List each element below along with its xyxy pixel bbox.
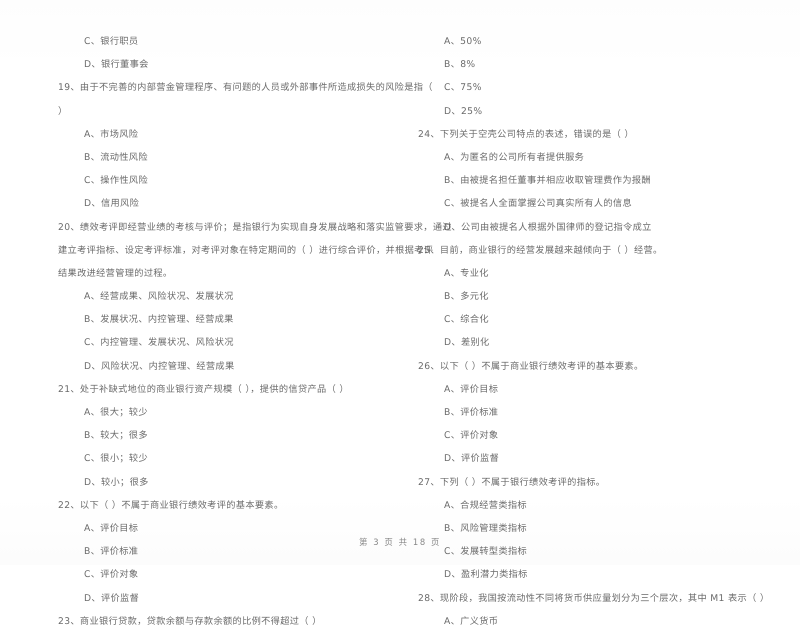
answer-option-line: D、差别化 bbox=[444, 337, 490, 349]
answer-option-line: A、专业化 bbox=[444, 267, 489, 279]
answer-option-line: A、50% bbox=[444, 36, 482, 47]
question-stem-line: ） bbox=[58, 105, 68, 117]
answer-option-line: D、公司由被提名人根据外国律师的登记指令成立 bbox=[444, 221, 652, 233]
answer-option-line: D、风险状况、内控管理、经营成果 bbox=[84, 360, 235, 372]
two-column-body: C、银行职员 D、银行董事会 19、由于不完善的内部营金管理程序、有问题的人员或外部… bbox=[58, 30, 769, 627]
right-column: A、50% B、8% C、75% D、25% 24、下列关于空壳公司特点的表述，错误的是… bbox=[410, 30, 769, 627]
question-stem-line: 19、由于不完善的内部营金管理程序、有问题的人员或外部事件所造成损失的风险是指（ bbox=[58, 82, 433, 94]
answer-option-line: C、评价对象 bbox=[444, 430, 499, 442]
answer-option-line: A、经营成果、风险状况、发展状况 bbox=[84, 291, 234, 303]
answer-option-line: C、综合化 bbox=[444, 314, 489, 326]
question-stem-line: 24、下列关于空壳公司特点的表述，错误的是（ ） bbox=[418, 128, 634, 140]
answer-option-line: C、被提名人全面掌握公司真实所有人的信息 bbox=[444, 198, 632, 210]
question-stem-line: 27、下列（ ）不属于银行绩效考评的指标。 bbox=[418, 476, 606, 488]
answer-option-line: A、市场风险 bbox=[84, 128, 139, 140]
question-stem-line: 25、目前，商业银行的经营发展越来越倾向于（ ）经营。 bbox=[418, 244, 663, 256]
answer-option-line: C、银行职员 bbox=[84, 36, 139, 47]
answer-option-line: D、信用风险 bbox=[84, 198, 140, 210]
question-stem-line: 20、绩效考评即经营业绩的考核与评价；是指银行为实现自身发展战略和落实监管要求，… bbox=[58, 221, 452, 233]
question-stem-line: 26、以下（ ）不属于商业银行绩效考评的基本要素。 bbox=[418, 360, 644, 372]
answer-option-line: D、25% bbox=[444, 105, 483, 117]
question-stem-line: 23、商业银行贷款，贷款余额与存款余额的比例不得超过（ ） bbox=[58, 615, 322, 627]
answer-option-line: A、合规经营类指标 bbox=[444, 499, 527, 511]
question-stem-line: 21、处于补缺式地位的商业银行资产规模（ ），提供的信贷产品（ ） bbox=[58, 383, 349, 395]
question-stem-line: 建立考评指标、设定考评标准，对考评对象在特定期间的（ ）进行综合评价，并根据考评 bbox=[58, 244, 434, 256]
answer-option-line: B、评价标准 bbox=[444, 407, 499, 418]
answer-option-line: C、评价对象 bbox=[84, 569, 139, 581]
answer-option-line: B、流动性风险 bbox=[84, 151, 148, 163]
answer-option-line: D、盈利潜力类指标 bbox=[444, 569, 528, 581]
answer-option-line: B、8% bbox=[444, 59, 476, 71]
answer-option-line: C、内控管理、发展状况、风险状况 bbox=[84, 337, 234, 349]
answer-option-line: C、75% bbox=[444, 82, 482, 94]
question-stem-line: 22、以下（ ）不属于商业银行绩效考评的基本要素。 bbox=[58, 499, 284, 511]
page-footer: 第 3 页 共 18 页 bbox=[359, 537, 441, 547]
answer-option-line: A、为匿名的公司所有者提供服务 bbox=[444, 151, 585, 163]
exam-page: C、银行职员 D、银行董事会 19、由于不完善的内部营金管理程序、有问题的人员或外部… bbox=[0, 0, 800, 627]
answer-option-line: C、操作性风险 bbox=[84, 175, 148, 187]
answer-option-line: D、银行董事会 bbox=[84, 59, 149, 71]
answer-option-line: D、较小；很多 bbox=[84, 476, 149, 488]
answer-option-line: B、多元化 bbox=[444, 291, 489, 303]
left-column: C、银行职员 D、银行董事会 19、由于不完善的内部营金管理程序、有问题的人员或外部… bbox=[58, 30, 452, 627]
answer-option-line: A、很大；较少 bbox=[84, 407, 148, 418]
answer-option-line: D、评价监督 bbox=[84, 592, 140, 604]
answer-option-line: A、广义货币 bbox=[444, 615, 499, 627]
answer-option-line: B、由被提名担任董事并相应收取管理费作为报酬 bbox=[444, 175, 651, 187]
answer-option-line: A、评价目标 bbox=[444, 383, 499, 395]
question-stem-line: 结果改进经营管理的过程。 bbox=[58, 267, 173, 279]
answer-option-line: D、评价监督 bbox=[444, 453, 500, 465]
question-stem-line: 28、现阶段，我国按流动性不同将货币供应量划分为三个层次，其中 M1 表示（ ） bbox=[418, 592, 770, 604]
answer-option-line: B、较大；很多 bbox=[84, 430, 148, 442]
answer-option-line: C、很小；较少 bbox=[84, 453, 148, 465]
answer-option-line: B、发展状况、内控管理、经营成果 bbox=[84, 314, 234, 326]
